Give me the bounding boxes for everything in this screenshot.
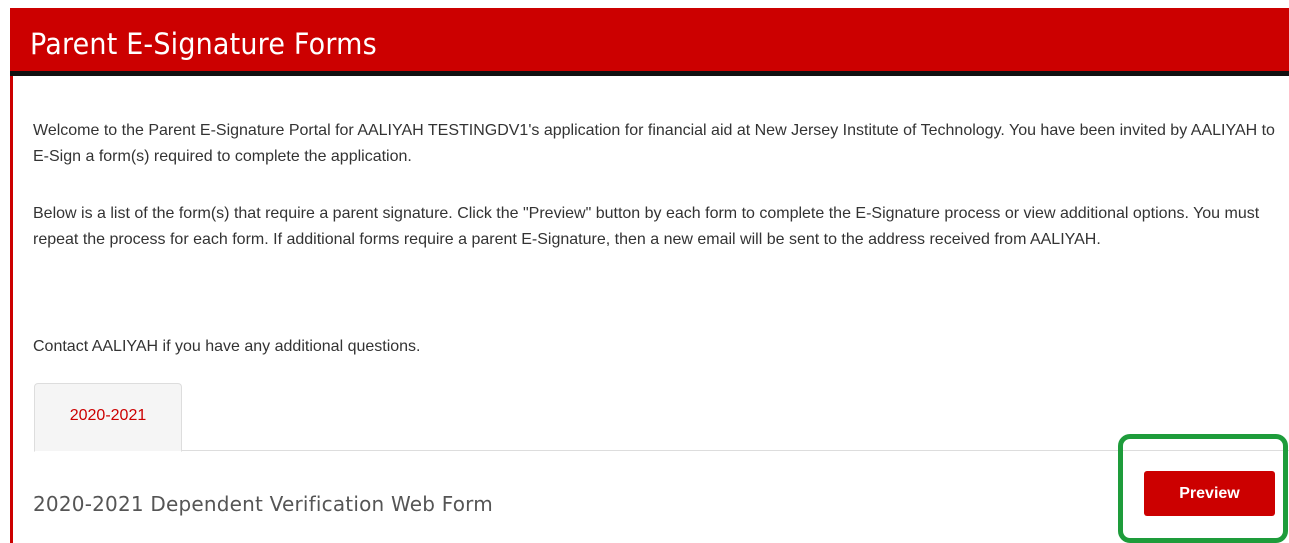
preview-button[interactable]: Preview [1144, 471, 1275, 516]
welcome-paragraph: Welcome to the Parent E-Signature Portal… [33, 122, 1275, 165]
page-title: Parent E-Signature Forms [30, 27, 377, 61]
form-title: 2020-2021 Dependent Verification Web For… [33, 492, 493, 516]
form-row: 2020-2021 Dependent Verification Web For… [33, 471, 1283, 531]
year-tabs: 2020-2021 [34, 383, 1289, 452]
tab-2020-2021[interactable]: 2020-2021 [34, 383, 182, 452]
contact-paragraph: Contact AALIYAH if you have any addition… [33, 338, 421, 355]
panel-body: Welcome to the Parent E-Signature Portal… [13, 76, 1289, 543]
panel-header: Parent E-Signature Forms [10, 8, 1289, 76]
signature-forms-panel: Parent E-Signature Forms Welcome to the … [10, 8, 1289, 543]
instructions-paragraph: Below is a list of the form(s) that requ… [33, 205, 1260, 248]
